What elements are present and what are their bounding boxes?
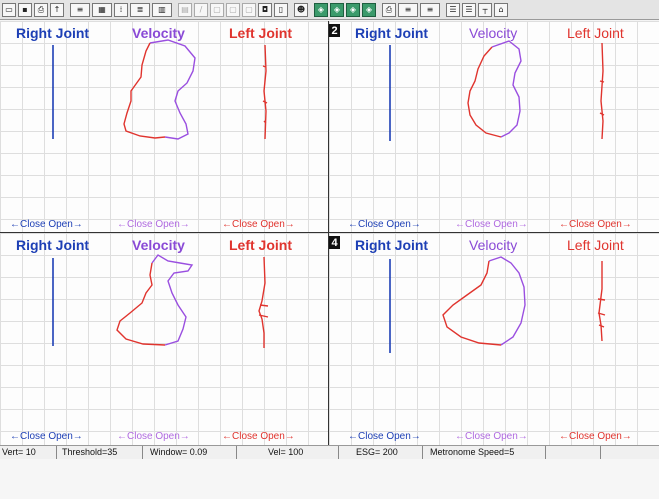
panel-1[interactable]: Right Joint Velocity Left Joint ←Close O… xyxy=(0,21,329,233)
cut-icon[interactable]: ◘ xyxy=(258,2,272,17)
grid-icon[interactable]: ⁞ xyxy=(114,2,128,17)
layer3-icon[interactable]: ◈ xyxy=(346,2,360,17)
left-joint-axis-label: ←Close Open→ xyxy=(559,219,632,230)
status-bar: Vert= 10 Threshold=35 Window= 0.09 Vel= … xyxy=(0,445,659,460)
status-divider xyxy=(422,446,423,459)
label-icon[interactable]: ≣ xyxy=(130,2,150,17)
scan-icon[interactable]: ≡ xyxy=(70,2,90,17)
panel-1-plot xyxy=(52,39,268,140)
right-joint-axis-label: ←Close Open→ xyxy=(10,219,83,230)
velocity-open-trace xyxy=(491,40,522,138)
window-icon[interactable]: ▢ xyxy=(210,2,224,17)
status-divider xyxy=(236,446,237,459)
save-icon[interactable]: ▪ xyxy=(18,2,32,17)
toolbar: ▭ ▪ ⎙ ↑ ≡ ▦ ⁞ ≣ ▥ ▤ / ▢ ▢ ▢ ◘ ▯ ☻ ◈ ◈ ◈ ◈ ⎙ ≡ ≡ ☰ ☰ ┬ ⌂ xyxy=(0,0,659,20)
panel-3[interactable]: Right Joint Velocity Left Joint ←Close O… xyxy=(0,233,329,445)
right-joint-axis-label: ←Close Open→ xyxy=(348,431,421,442)
bars-icon[interactable]: ▥ xyxy=(152,2,172,17)
velocity-close-trace xyxy=(116,262,166,346)
split-icon[interactable]: ┬ xyxy=(478,2,492,17)
left-joint-trace xyxy=(258,256,269,348)
status-divider xyxy=(600,446,601,459)
printer-icon[interactable]: ⎙ xyxy=(382,2,396,17)
status-divider xyxy=(142,446,143,459)
velocity-close-trace xyxy=(467,46,502,138)
vert-status: Vert= 10 xyxy=(2,447,36,457)
up-arrow-icon[interactable]: ↑ xyxy=(50,2,64,17)
left-joint-axis-label: ←Close Open→ xyxy=(559,431,632,442)
vel-status: Vel= 100 xyxy=(268,447,304,457)
window2-icon[interactable]: ▢ xyxy=(226,2,240,17)
panel-4[interactable]: 4 Right Joint Velocity Left Joint ←Close… xyxy=(329,233,659,445)
open-icon[interactable]: ▭ xyxy=(2,2,16,17)
velocity-close-trace xyxy=(442,260,502,346)
right-joint-axis-label: ←Close Open→ xyxy=(348,219,421,230)
marker-icon[interactable]: ▯ xyxy=(274,2,288,17)
velocity-open-trace xyxy=(488,256,526,346)
metronome-status: Metronome Speed=5 xyxy=(430,447,515,457)
left-joint-trace xyxy=(262,44,268,140)
sub-scale-icon[interactable]: ≡ xyxy=(398,2,418,17)
status-divider xyxy=(338,446,339,459)
panel-3-plot xyxy=(52,254,269,348)
chart-grid: Right Joint Velocity Left Joint ←Close O… xyxy=(0,21,659,445)
tool-icon[interactable]: ▦ xyxy=(92,2,112,17)
align-icon[interactable]: ☰ xyxy=(446,2,460,17)
left-joint-trace xyxy=(599,42,605,140)
left-joint-axis-label: ←Close Open→ xyxy=(222,431,295,442)
velocity-axis-label: ←Close Open→ xyxy=(455,431,528,442)
velocity-axis-label: ←Close Open→ xyxy=(117,431,190,442)
layer2-icon[interactable]: ◈ xyxy=(330,2,344,17)
home-icon[interactable]: ⌂ xyxy=(494,2,508,17)
panel-4-plot xyxy=(389,256,606,353)
panel-2[interactable]: 2 Right Joint Velocity Left Joint ←Close… xyxy=(329,21,659,233)
chart-icon[interactable]: ▤ xyxy=(178,2,192,17)
threshold-status: Threshold=35 xyxy=(62,447,118,457)
right-joint-axis-label: ←Close Open→ xyxy=(10,431,83,442)
velocity-open-trace xyxy=(151,254,194,346)
status-divider xyxy=(545,446,546,459)
lower-area xyxy=(0,459,659,499)
esg-status: ESG= 200 xyxy=(356,447,398,457)
setup-icon[interactable]: ≡ xyxy=(420,2,440,17)
pen-icon[interactable]: / xyxy=(194,2,208,17)
status-divider xyxy=(56,446,57,459)
layer1-icon[interactable]: ◈ xyxy=(314,2,328,17)
person-icon[interactable]: ☻ xyxy=(294,2,308,17)
layer4-icon[interactable]: ◈ xyxy=(362,2,376,17)
left-joint-axis-label: ←Close Open→ xyxy=(222,219,295,230)
window3-icon[interactable]: ▢ xyxy=(242,2,256,17)
panel-2-plot xyxy=(389,40,605,141)
window-status: Window= 0.09 xyxy=(150,447,208,457)
velocity-close-trace xyxy=(123,42,166,139)
lines-icon[interactable]: ☰ xyxy=(462,2,476,17)
left-joint-trace xyxy=(597,261,606,342)
velocity-open-trace xyxy=(149,39,196,140)
velocity-axis-label: ←Close Open→ xyxy=(117,219,190,230)
print-setup-icon[interactable]: ⎙ xyxy=(34,2,48,17)
velocity-axis-label: ←Close Open→ xyxy=(455,219,528,230)
